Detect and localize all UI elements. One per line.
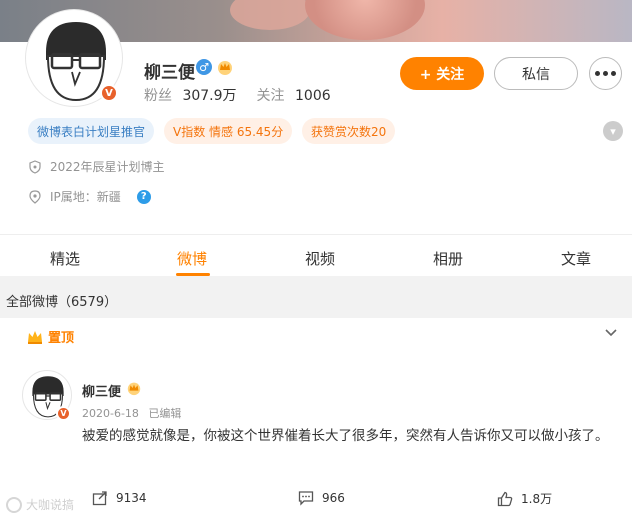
following-label: 关注 [256,88,285,104]
comment-count: 966 [322,491,345,505]
comment-icon [298,491,314,506]
pinned-text: 置顶 [48,331,75,346]
help-question-icon[interactable]: ? [136,189,151,204]
like-button[interactable]: 1.8万 [497,490,552,507]
male-icon: ♂ [196,59,212,75]
tab-albums[interactable]: 相册 [433,248,463,269]
followers-label: 粉丝 [144,88,172,104]
tab-featured[interactable]: 精选 [50,248,80,269]
pinned-label: 置顶 [26,327,74,346]
active-tab-indicator [176,273,210,276]
tab-videos[interactable]: 视频 [305,248,335,269]
pinned-crown-icon [28,330,42,344]
expand-chevron-icon[interactable]: ▾ [603,121,623,141]
post-actions: 9134 966 1.8万 [0,488,632,512]
all-posts-count[interactable]: 全部微博（6579） [6,291,117,310]
tag-star-recommender[interactable]: 微博表白计划星推官 [28,118,155,144]
profile-name: 柳三便 [144,63,195,83]
message-button[interactable]: 私信 [494,57,578,90]
tag-v-index[interactable]: V指数 情感 65.45分 [164,118,293,144]
profile-stats: 粉丝 307.9万 关注 1006 [144,85,351,105]
verified-badge-icon: V [100,84,118,102]
ip-location-text: IP属地：新疆 [50,190,121,204]
tag-tips-count[interactable]: 获赞赏次数20 [302,118,396,144]
post-verified-badge-icon: V [56,406,71,421]
profile-header: V 柳三便 ♂ 粉丝 307.9万 关注 1006 + 关注 私信 微博表白计划… [0,0,632,276]
comment-button[interactable]: 966 [298,490,345,506]
following-count: 1006 [295,88,331,104]
watermark: 大咖说搞 [6,496,74,513]
following-stat[interactable]: 关注 1006 [257,85,331,105]
like-count: 1.8万 [521,492,553,506]
followers-stat[interactable]: 粉丝 307.9万 [144,85,237,105]
crown-icon [218,61,232,75]
post-author-name[interactable]: 柳三便 [82,381,121,400]
pinned-post: 置顶 V 柳三便 2020-6-18 已编辑 被爱的感觉就像是，你被这个世界催着… [0,318,632,517]
more-options-button[interactable] [589,57,622,90]
tab-weibo[interactable]: 微博 [177,248,207,269]
thumbs-up-icon [497,491,513,506]
profile-tabs: 精选 微博 视频 相册 文章 [0,234,632,276]
ip-info-row: IP属地：新疆 ? [28,188,151,205]
tab-articles[interactable]: 文章 [561,248,591,269]
watermark-text: 大咖说搞 [26,498,75,512]
follow-button[interactable]: + 关注 [400,57,484,90]
post-date[interactable]: 2020-6-18 [82,407,139,420]
badge-info-row: 2022年辰星计划博主 [28,158,165,175]
more-dots-icon [595,71,600,76]
location-icon [29,189,41,204]
post-edited: 已编辑 [148,407,182,420]
repost-icon [92,491,107,506]
post-crown-icon [127,382,141,396]
followers-count: 307.9万 [182,88,237,104]
watermark-logo-icon [6,496,22,513]
post-text: 被爱的感觉就像是，你被这个世界催着长大了很多年，突然有人告诉你又可以做小孩了。 [82,428,609,444]
post-meta: 2020-6-18 已编辑 [82,405,187,421]
chevron-down-icon[interactable] [604,326,618,340]
repost-count: 9134 [116,491,147,505]
shield-icon [29,159,41,174]
badge-text: 2022年辰星计划博主 [50,160,165,174]
repost-button[interactable]: 9134 [92,490,147,506]
